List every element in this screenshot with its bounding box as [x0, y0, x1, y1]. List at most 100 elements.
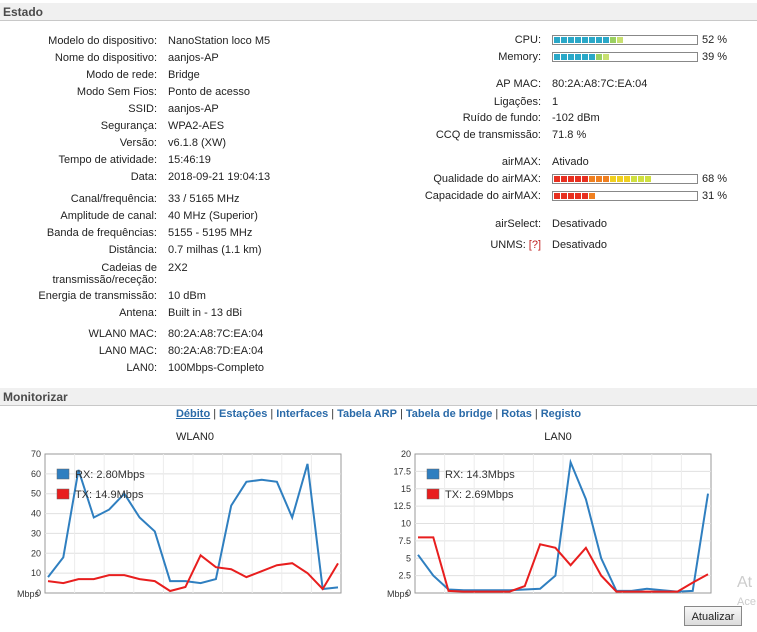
info-value: 40 MHz (Superior)	[168, 210, 258, 222]
system-info-label: CCQ de transmissão:	[435, 129, 541, 141]
watermark-text: At	[737, 574, 753, 591]
meter-segment	[561, 54, 567, 60]
y-tick-label: 40	[31, 509, 41, 519]
y-tick-label: 10	[401, 519, 411, 529]
legend-swatch-0	[56, 468, 70, 480]
legend-label-1: TX: 2.69Mbps	[445, 489, 514, 501]
wlan0-throughput-chart: 010203040506070MbpsRX: 2.80MbpsTX: 14.9M…	[17, 449, 342, 599]
tab-separator: |	[495, 408, 499, 420]
info-value: Bridge	[168, 69, 200, 81]
y-tick-label: 70	[31, 449, 41, 459]
info-label: Versão:	[119, 137, 157, 149]
info-label: Modo Sem Fios:	[76, 86, 157, 98]
info-label: Modelo do dispositivo:	[48, 35, 157, 47]
meter-segment	[603, 54, 609, 60]
legend-label-0: RX: 14.3Mbps	[445, 469, 515, 481]
tab-1[interactable]: Estações	[219, 408, 267, 420]
meter-segment	[603, 176, 609, 182]
y-tick-label: 15	[401, 484, 411, 494]
info-label: Tempo de atividade:	[58, 154, 157, 166]
meter-segment	[568, 54, 574, 60]
status-section-title: Estado	[0, 3, 757, 21]
y-tick-label: 20	[401, 449, 411, 459]
system-info-label: Ligações:	[493, 96, 541, 108]
tab-4[interactable]: Tabela de bridge	[406, 408, 493, 420]
info-label: Distância:	[108, 244, 157, 256]
y-tick-label: 7.5	[398, 536, 411, 546]
info-label: WLAN0 MAC:	[88, 328, 157, 340]
meter-segment	[575, 54, 581, 60]
meter-segment	[554, 37, 560, 43]
info-value: Ponto de acesso	[168, 86, 250, 98]
info-label: Nome do dispositivo:	[54, 52, 157, 64]
y-axis-label: Mbps	[17, 589, 40, 599]
tab-separator: |	[534, 408, 538, 420]
meter-segment	[610, 37, 616, 43]
airmax-capacity-meter	[552, 191, 698, 201]
info-label-line2: transmissão/receção:	[52, 274, 157, 286]
info-value: 80:2A:A8:7C:EA:04	[168, 328, 264, 340]
meter-segment	[568, 176, 574, 182]
info-value: NanoStation loco M5	[168, 35, 271, 47]
cpu-percent: 52 %	[702, 34, 728, 46]
meter-segment	[624, 176, 630, 182]
meter-segment	[568, 193, 574, 199]
meter-segment	[596, 37, 602, 43]
info-label: Banda de frequências:	[46, 227, 157, 239]
info-label: Energia de transmissão:	[38, 290, 157, 302]
tab-3[interactable]: Tabela ARP	[337, 408, 397, 420]
info-label: Canal/frequência:	[70, 193, 157, 205]
info-label: SSID:	[128, 103, 157, 115]
system-info-value: 71.8 %	[552, 129, 587, 141]
meter-segment	[561, 176, 567, 182]
meter-segment	[582, 176, 588, 182]
airmax-capacity-label: Capacidade do airMAX:	[424, 190, 541, 202]
y-tick-label: 30	[31, 528, 41, 538]
tab-separator: |	[213, 408, 217, 420]
meter-segment	[603, 37, 609, 43]
system-info-value: 80:2A:A8:7C:EA:04	[552, 78, 648, 90]
legend-swatch-1	[56, 488, 70, 500]
airselect-label: airSelect:	[495, 218, 541, 230]
y-tick-label: 17.5	[393, 466, 411, 476]
info-value: WPA2-AES	[168, 120, 225, 132]
y-tick-label: 50	[31, 489, 41, 499]
tab-2[interactable]: Interfaces	[276, 408, 328, 420]
meter-segment	[575, 37, 581, 43]
unms-label: UNMS:	[490, 239, 526, 251]
system-info-label: airMAX:	[501, 156, 541, 168]
unms-help-link[interactable]: [?]	[529, 239, 541, 251]
info-value: aanjos-AP	[168, 52, 219, 64]
info-value: 2X2	[168, 262, 188, 274]
tab-separator: |	[331, 408, 335, 420]
tab-6[interactable]: Registo	[541, 408, 581, 420]
meter-segment	[561, 193, 567, 199]
info-label: LAN0:	[126, 362, 157, 374]
tab-separator: |	[399, 408, 403, 420]
system-info-label: Ruído de fundo:	[462, 112, 541, 124]
memory-percent: 39 %	[702, 51, 728, 63]
tab-0[interactable]: Débito	[176, 408, 210, 420]
meter-segment	[589, 176, 595, 182]
info-value: 0.7 milhas (1.1 km)	[168, 244, 262, 256]
y-tick-label: 5	[406, 553, 411, 563]
meter-segment	[554, 54, 560, 60]
airselect-value: Desativado	[552, 218, 608, 230]
meter-segment	[631, 176, 637, 182]
chart-title-wlan0: WLAN0	[176, 431, 214, 443]
info-value: Built in - 13 dBi	[168, 307, 242, 319]
meter-segment	[645, 176, 651, 182]
legend-label-1: TX: 14.9Mbps	[75, 489, 144, 501]
refresh-button[interactable]: Atualizar	[684, 606, 742, 626]
tab-5[interactable]: Rotas	[501, 408, 532, 420]
airmax-quality-label: Qualidade do airMAX:	[433, 173, 541, 185]
meter-segment	[554, 176, 560, 182]
cpu-label: CPU:	[514, 34, 541, 46]
watermark-subtext: Ace	[737, 596, 756, 608]
unms-value: Desativado	[552, 239, 608, 251]
legend-swatch-1	[426, 488, 440, 500]
y-tick-label: 2.5	[398, 571, 411, 581]
cpu-meter	[552, 35, 698, 45]
meter-segment	[575, 193, 581, 199]
tab-separator: |	[270, 408, 274, 420]
